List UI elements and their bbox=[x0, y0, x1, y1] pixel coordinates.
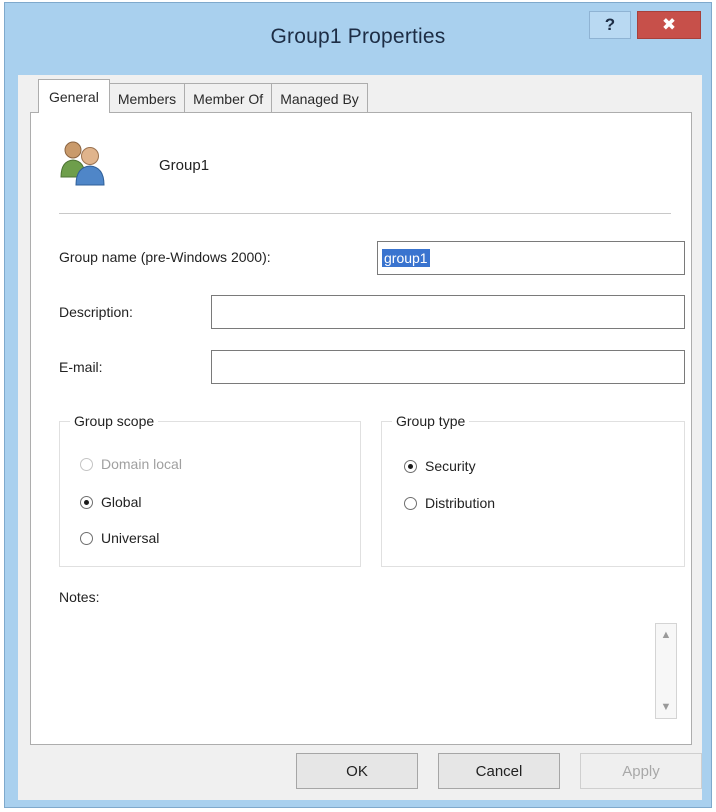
group-type-title: Group type bbox=[392, 413, 470, 429]
help-button[interactable]: ? bbox=[589, 11, 631, 39]
notes-label: Notes: bbox=[59, 589, 100, 605]
description-field[interactable] bbox=[211, 295, 685, 329]
properties-dialog: Group1 Properties ? ✖ General Members Me… bbox=[4, 2, 712, 808]
tab-managed-by[interactable]: Managed By bbox=[271, 83, 368, 113]
group-icon bbox=[57, 137, 109, 187]
group-display-name: Group1 bbox=[159, 157, 210, 174]
selected-text: group1 bbox=[382, 249, 430, 267]
dialog-client-area: General Members Member Of Managed By Gro… bbox=[18, 75, 702, 800]
general-tab-panel: Group1 Group name (pre-Windows 2000): gr… bbox=[30, 112, 692, 745]
radio-label: Security bbox=[425, 458, 476, 474]
tab-member-of[interactable]: Member Of bbox=[184, 83, 273, 113]
radio-label: Domain local bbox=[101, 456, 182, 472]
radio-security[interactable]: Security bbox=[404, 458, 476, 474]
radio-button-icon bbox=[404, 496, 417, 510]
notes-scrollbar[interactable]: ▲ ▼ bbox=[655, 623, 677, 719]
cancel-button[interactable]: Cancel bbox=[438, 753, 560, 789]
radio-button-icon bbox=[80, 531, 93, 545]
radio-distribution[interactable]: Distribution bbox=[404, 495, 495, 511]
email-field[interactable] bbox=[211, 350, 685, 384]
divider bbox=[59, 213, 671, 214]
tab-general[interactable]: General bbox=[38, 79, 110, 113]
description-label: Description: bbox=[59, 304, 133, 320]
tab-strip: General Members Member Of Managed By bbox=[38, 79, 368, 113]
radio-universal[interactable]: Universal bbox=[80, 530, 159, 546]
radio-button-icon bbox=[80, 495, 93, 509]
ok-button[interactable]: OK bbox=[296, 753, 418, 789]
prewin2000-label: Group name (pre-Windows 2000): bbox=[59, 249, 271, 265]
radio-button-icon bbox=[404, 459, 417, 473]
radio-global[interactable]: Global bbox=[80, 494, 141, 510]
title-bar[interactable]: Group1 Properties ? ✖ bbox=[5, 3, 711, 75]
radio-label: Distribution bbox=[425, 495, 496, 511]
radio-domain-local: Domain local bbox=[80, 456, 182, 472]
radio-button-icon bbox=[80, 457, 93, 471]
group-type-box: Group type Security Distribution bbox=[381, 413, 685, 567]
group-scope-title: Group scope bbox=[70, 413, 159, 429]
radio-label: Universal bbox=[101, 530, 160, 546]
radio-label: Global bbox=[101, 494, 142, 510]
close-button[interactable]: ✖ bbox=[637, 11, 701, 39]
email-label: E-mail: bbox=[59, 359, 103, 375]
chevron-down-icon[interactable]: ▼ bbox=[656, 696, 676, 718]
group-scope-box: Group scope Domain local Global Universa… bbox=[59, 413, 361, 567]
apply-button[interactable]: Apply bbox=[580, 753, 702, 789]
chevron-up-icon[interactable]: ▲ bbox=[656, 624, 676, 646]
tab-members[interactable]: Members bbox=[108, 83, 186, 113]
prewin2000-name-field[interactable]: group1 bbox=[377, 241, 685, 275]
